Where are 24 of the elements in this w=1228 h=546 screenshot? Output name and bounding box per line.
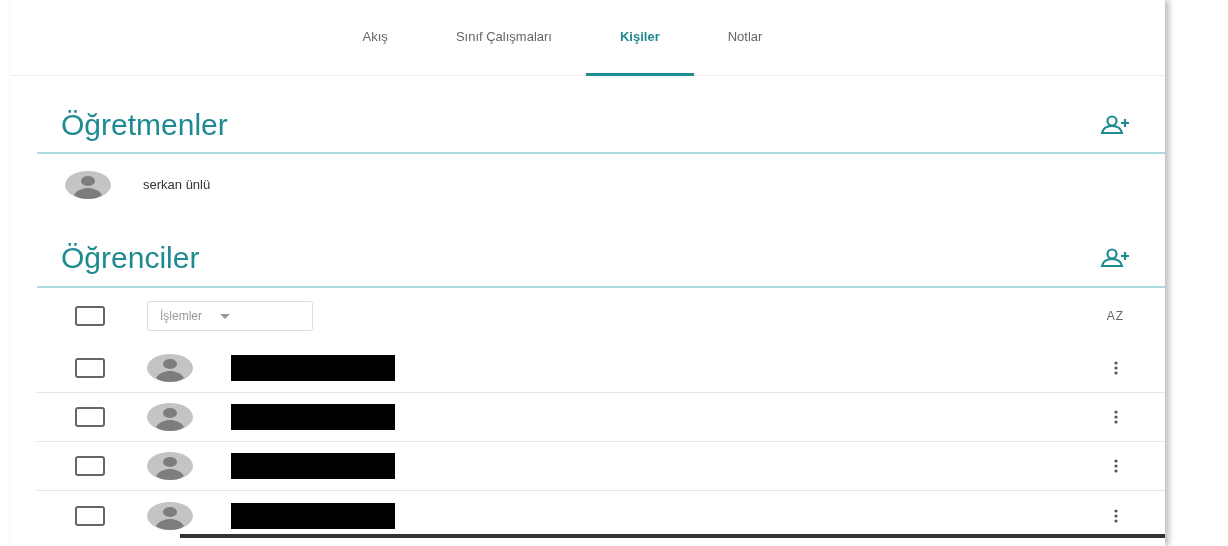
- tab[interactable]: Sınıf Çalışmaları: [421, 0, 586, 76]
- row-checkbox[interactable]: [75, 358, 105, 378]
- more-options-icon[interactable]: [1112, 409, 1120, 425]
- avatar: [147, 501, 193, 530]
- tab[interactable]: Kişiler: [585, 0, 694, 76]
- row-checkbox[interactable]: [75, 505, 105, 526]
- tab[interactable]: Notlar: [693, 0, 797, 76]
- more-options-icon[interactable]: [1112, 458, 1120, 474]
- avatar: [65, 171, 111, 199]
- scrollbar[interactable]: [180, 534, 1165, 538]
- more-options-icon[interactable]: [1112, 360, 1120, 376]
- more-options-icon[interactable]: [1112, 507, 1120, 524]
- row-checkbox[interactable]: [75, 456, 105, 476]
- teacher-name: serkan ünlü: [143, 176, 211, 195]
- avatar: [147, 452, 193, 480]
- tab[interactable]: Akış: [328, 0, 422, 76]
- avatar: [147, 354, 193, 382]
- sort-button[interactable]: AZ: [1106, 307, 1124, 325]
- section-title: Öğretmenler: [61, 107, 228, 143]
- avatar: [147, 403, 193, 431]
- row-checkbox[interactable]: [75, 407, 105, 427]
- section-title: Öğrenciler: [61, 240, 200, 276]
- caret-icon: [220, 313, 230, 319]
- select-all-checkbox[interactable]: [75, 306, 105, 326]
